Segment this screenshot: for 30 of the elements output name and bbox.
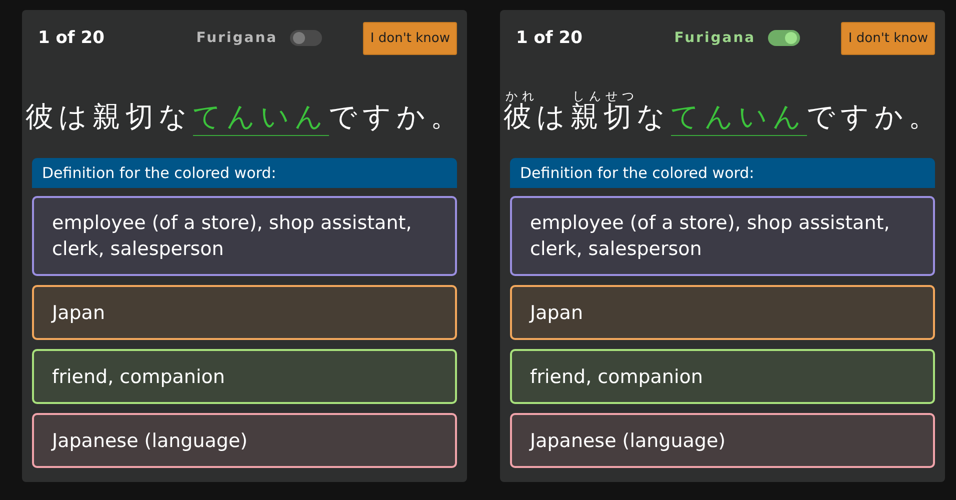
sentence-word: ですか。 (806, 100, 942, 135)
dont-know-button[interactable]: I don't know (363, 22, 457, 54)
furigana-reading: かれ (504, 89, 536, 103)
definition-header: Definition for the colored word: (32, 158, 457, 188)
answer-option[interactable]: Japanese (language) (32, 413, 457, 468)
sentence-word: は (58, 100, 92, 135)
definition-header: Definition for the colored word: (510, 158, 935, 188)
answer-option[interactable]: Japanese (language) (510, 413, 935, 468)
answer-option[interactable]: Japan (32, 285, 457, 340)
furigana-label: Furigana (674, 30, 756, 46)
highlighted-word: てんいん (192, 100, 328, 136)
answer-option[interactable]: friend, companion (510, 349, 935, 404)
highlighted-word: てんいん (670, 100, 806, 136)
sentence-word: ですか。 (328, 100, 464, 135)
answer-option[interactable]: Japan (510, 285, 935, 340)
sentence-word: 親切 (92, 100, 158, 135)
furigana-reading: しんせつ (570, 89, 636, 103)
question-counter: 1 of 20 (516, 28, 582, 48)
answer-option[interactable]: employee (of a store), shop assistant, clerk, salesperson (32, 196, 457, 276)
answer-option[interactable]: employee (of a store), shop assistant, clerk, salesperson (510, 196, 935, 276)
answer-option[interactable]: friend, companion (32, 349, 457, 404)
sentence-word: な (636, 100, 670, 135)
sentence-word: 彼 (26, 100, 58, 135)
furigana-toggle[interactable] (290, 30, 322, 46)
furigana-toggle[interactable] (768, 30, 800, 46)
sentence-word: は (536, 100, 570, 135)
sentence-word: な (158, 100, 192, 135)
dont-know-button[interactable]: I don't know (841, 22, 935, 54)
question-counter: 1 of 20 (38, 28, 104, 48)
furigana-label: Furigana (196, 30, 278, 46)
